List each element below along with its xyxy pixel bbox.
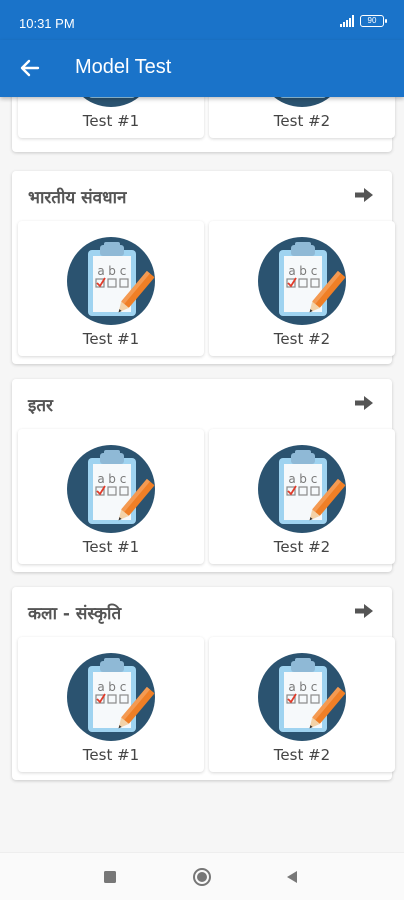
- test-card[interactable]: Test #2: [209, 429, 395, 564]
- clipboard-test-icon: [66, 236, 156, 326]
- battery-level: 90: [367, 16, 377, 25]
- arrow-right-icon[interactable]: [354, 603, 374, 619]
- test-card[interactable]: Test #1: [18, 637, 204, 772]
- section-title: भारतीय संवधान: [28, 188, 127, 208]
- triangle-left-icon: [287, 871, 297, 883]
- section-title: कला - संस्कृति: [28, 604, 122, 624]
- status-icons: 90: [340, 15, 387, 27]
- test-card[interactable]: Test #2: [209, 97, 395, 138]
- test-card[interactable]: Test #1: [18, 429, 204, 564]
- test-section: कला - संस्कृति Test #1 Test #2: [12, 587, 395, 780]
- section-title: इतर: [28, 396, 53, 416]
- test-label: Test #2: [273, 112, 331, 130]
- clipboard-test-icon: [66, 97, 156, 108]
- clipboard-test-icon: [257, 444, 347, 534]
- home-button[interactable]: [192, 867, 212, 887]
- system-nav-bar: [0, 852, 404, 900]
- signal-icon: [340, 15, 354, 27]
- arrow-right-icon[interactable]: [354, 187, 374, 203]
- clipboard-test-icon: [66, 652, 156, 742]
- clipboard-test-icon: [66, 444, 156, 534]
- back-nav-button[interactable]: [282, 867, 302, 887]
- test-card[interactable]: Test #1: [18, 97, 204, 138]
- test-list[interactable]: Test #1 Test #2 भारतीय संवधान Test #1 Te…: [0, 97, 404, 852]
- page-title: Model Test: [75, 56, 172, 78]
- arrow-left-icon: [20, 59, 40, 77]
- test-label: Test #2: [273, 330, 331, 348]
- recents-button[interactable]: [100, 867, 120, 887]
- square-icon: [104, 871, 116, 883]
- test-label: Test #1: [82, 538, 140, 556]
- circle-icon: [193, 868, 211, 886]
- back-button[interactable]: [16, 54, 44, 82]
- status-bar: 10:31 PM 90: [0, 0, 404, 40]
- test-label: Test #2: [273, 538, 331, 556]
- clipboard-test-icon: [257, 97, 347, 108]
- test-label: Test #1: [82, 746, 140, 764]
- test-label: Test #1: [82, 330, 140, 348]
- test-section: इतर Test #1 Test #2: [12, 379, 395, 572]
- test-card[interactable]: Test #2: [209, 637, 395, 772]
- clipboard-test-icon: [257, 236, 347, 326]
- test-label: Test #1: [82, 112, 140, 130]
- test-card[interactable]: Test #1: [18, 221, 204, 356]
- app-bar: Model Test: [0, 40, 404, 97]
- test-section: भारतीय संवधान Test #1 Test #2: [12, 171, 395, 364]
- arrow-right-icon[interactable]: [354, 395, 374, 411]
- test-section: Test #1 Test #2: [12, 97, 395, 152]
- test-label: Test #2: [273, 746, 331, 764]
- test-card[interactable]: Test #2: [209, 221, 395, 356]
- battery-icon: 90: [360, 15, 387, 27]
- status-time: 10:31 PM: [19, 16, 75, 31]
- clipboard-test-icon: [257, 652, 347, 742]
